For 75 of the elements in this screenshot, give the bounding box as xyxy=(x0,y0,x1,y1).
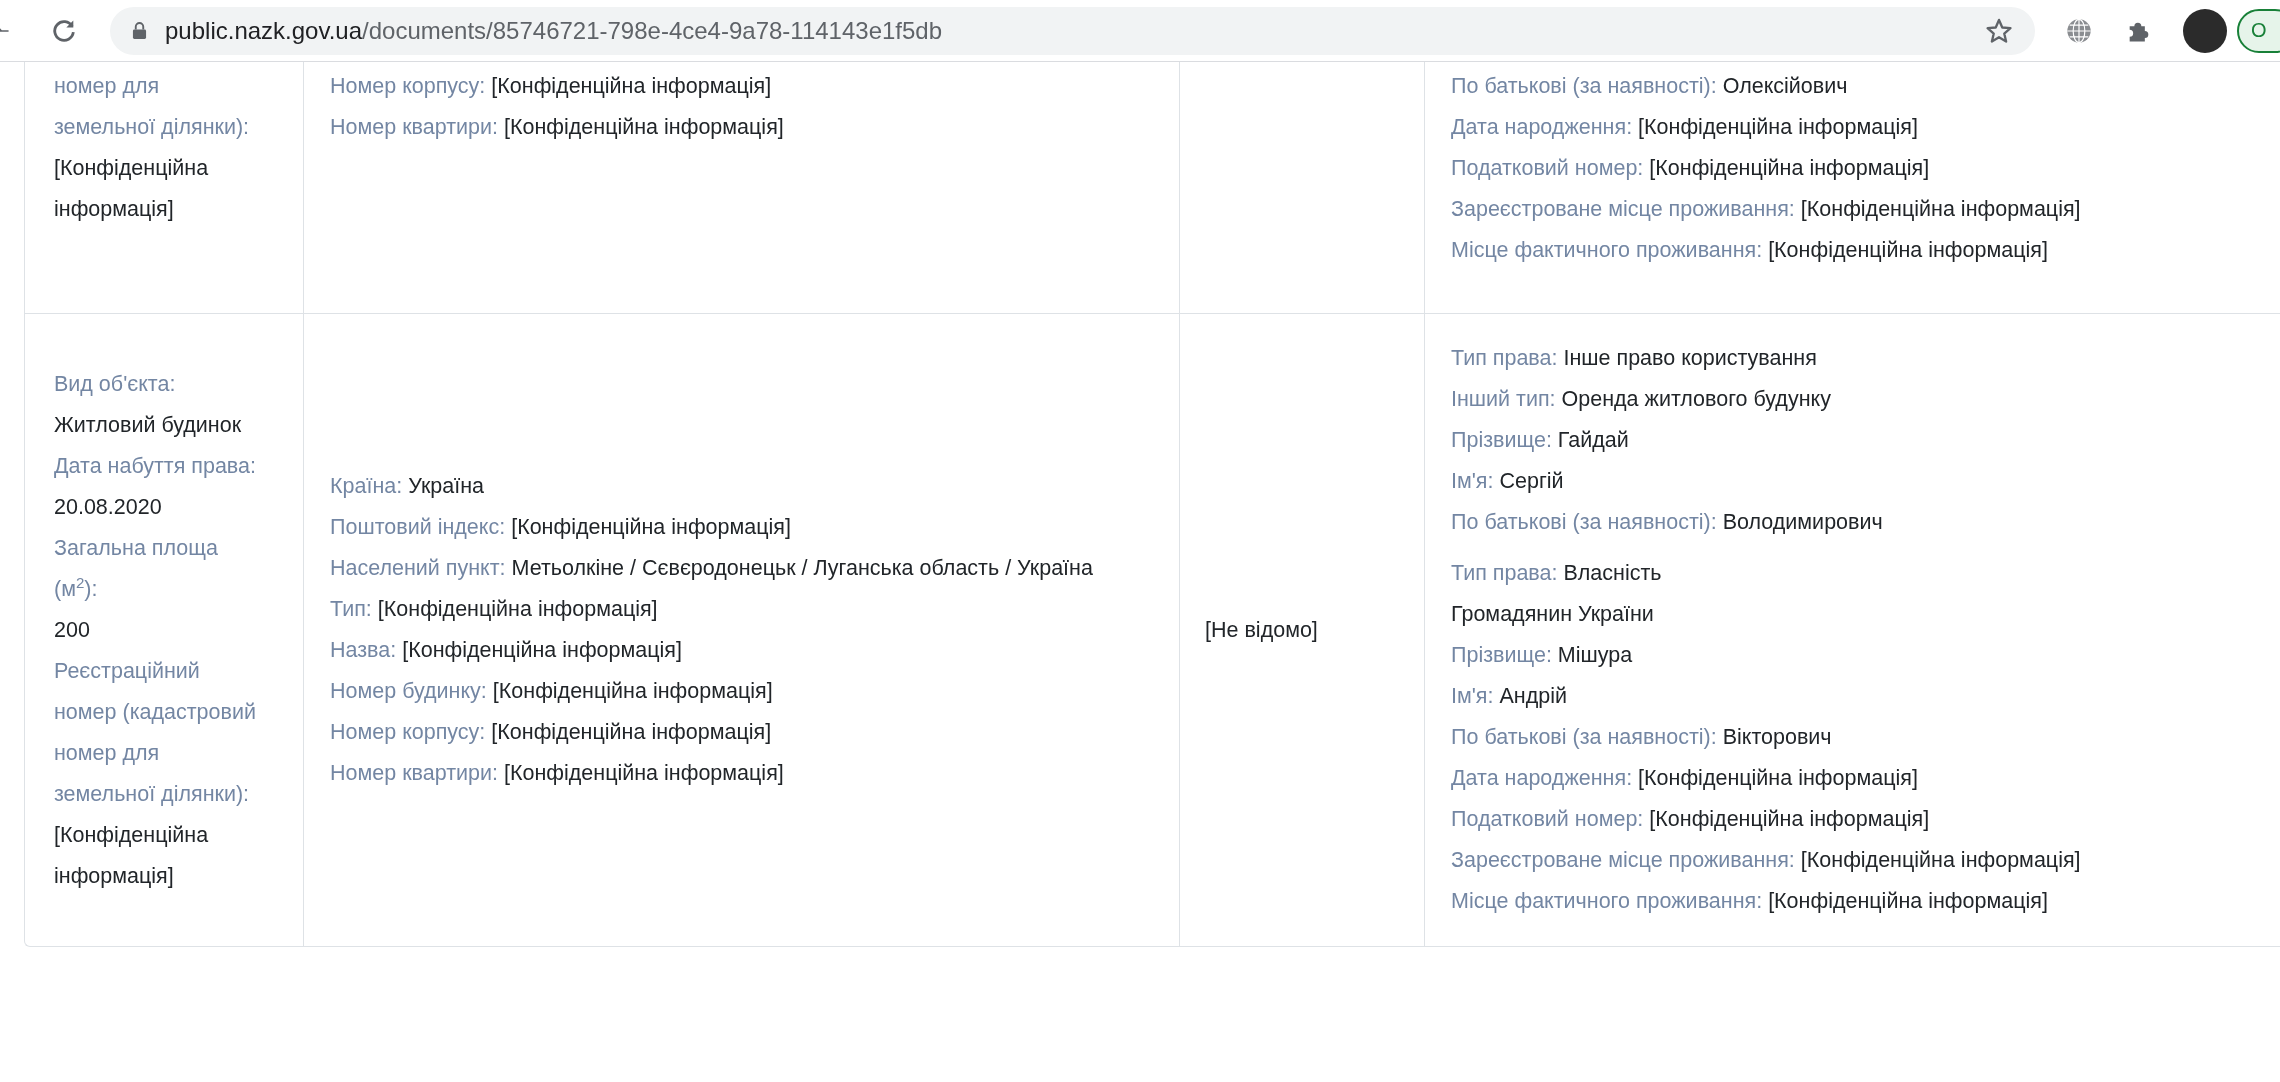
field-value: Громадянин України xyxy=(1451,602,1654,626)
field-value: [Конфіденційна інформація] xyxy=(491,74,772,98)
field-value: 200 xyxy=(54,616,91,644)
field-label: Тип права: xyxy=(1451,561,1558,585)
field-label: Реєстраційний номер (кадастровий номер для земельної ділянки): xyxy=(54,657,257,808)
field-label: Країна: xyxy=(330,474,403,498)
field-value: Гайдай xyxy=(1557,428,1629,452)
star-icon[interactable] xyxy=(1985,16,2013,45)
field-value: [Конфіденційна інформація] xyxy=(1649,156,1930,180)
field-value: Україна xyxy=(408,474,485,498)
field-value: [Конфіденційна інформація] xyxy=(1638,766,1918,790)
field-value: [Конфіденційна інформація] xyxy=(1768,889,2048,913)
field-label: Вид об'єкта: xyxy=(54,370,177,398)
field-value: [Конфіденційна інформація] xyxy=(492,679,773,703)
field-label: Номер квартири: xyxy=(330,115,498,139)
field-label: По батькові (за наявності): xyxy=(1451,510,1717,534)
field-value: Оренда житлового будунку xyxy=(1561,387,1831,411)
field-label: Поштовий індекс: xyxy=(330,515,506,539)
field-value: Сергій xyxy=(1499,469,1564,493)
field-value: Олексійович xyxy=(1722,74,1848,98)
field-value: [Конфіденційна інформація] xyxy=(54,821,210,890)
address-bar[interactable]: public.nazk.gov.ua/documents/85746721-798e-4ce4-9a78-114143e1f5db xyxy=(110,6,2035,55)
field-label: Податковий номер: xyxy=(1451,807,1644,831)
field-value: Володимирович xyxy=(1722,510,1883,534)
cell-value: [Не відомо] xyxy=(1205,617,1318,642)
lock-icon[interactable] xyxy=(132,21,147,40)
field-value: Вікторович xyxy=(1722,725,1832,749)
globe-icon[interactable] xyxy=(2065,16,2093,45)
field-label: Зареєстроване місце проживання: xyxy=(1451,197,1795,221)
field-value: Інше право користування xyxy=(1563,346,1817,370)
field-label: По батькові (за наявності): xyxy=(1451,74,1717,98)
field-label: Дата народження: xyxy=(1451,115,1633,139)
field-value: [Конфіденційна інформація] xyxy=(1638,115,1918,139)
field-value: [Конфіденційна інформація] xyxy=(402,638,682,662)
avatar[interactable] xyxy=(2183,8,2227,53)
field-label: Місце фактичного проживання: xyxy=(1451,238,1763,262)
field-label: Номер корпусу: xyxy=(330,74,486,98)
field-label: Місце фактичного проживання: xyxy=(1451,889,1763,913)
profile-button[interactable]: O xyxy=(2237,8,2280,53)
field-value: [Конфіденційна інформація] xyxy=(1649,807,1930,831)
field-value: [Конфіденційна інформація] xyxy=(503,761,784,785)
field-value: Андрій xyxy=(1499,684,1567,708)
field-label: Номер корпусу: xyxy=(330,720,486,744)
field-label: номер для земельної ділянки): xyxy=(54,73,251,141)
field-label: Номер квартири: xyxy=(330,761,498,785)
field-label: Прізвище: xyxy=(1451,643,1552,667)
field-value: [Конфіденційна інформація] xyxy=(54,155,210,223)
field-value: [Конфіденційна інформація] xyxy=(511,515,791,539)
field-label: Тип: xyxy=(330,597,372,621)
field-label: Дата набуття права: xyxy=(54,452,257,480)
field-value: Метьолкіне / Сєвєродонецьк / Луганська область / Україна xyxy=(511,556,1093,580)
field-label: Назва: xyxy=(330,638,397,662)
field-value: [Конфіденційна інформація] xyxy=(377,597,658,621)
field-label: Ім'я: xyxy=(1451,684,1494,708)
field-label: Прізвище: xyxy=(1451,428,1552,452)
field-label: Зареєстроване місце проживання: xyxy=(1451,848,1795,872)
field-value: 20.08.2020 xyxy=(54,493,163,521)
field-label: Податковий номер: xyxy=(1451,156,1644,180)
field-label: Тип права: xyxy=(1451,346,1558,370)
field-value: [Конфіденційна інформація] xyxy=(1800,848,2081,872)
field-value: Мішура xyxy=(1557,643,1633,667)
field-label: Номер будинку: xyxy=(330,679,487,703)
field-value: Власність xyxy=(1563,561,1662,585)
field-label: Загальна площа (м$^{2}$): xyxy=(54,534,219,603)
field-label: Дата народження: xyxy=(1451,766,1633,790)
field-label: Населений пункт: xyxy=(330,556,506,580)
url-text[interactable]: public.nazk.gov.ua/documents/85746721-798e-4ce4-9a78-114143e1f5db xyxy=(165,16,1985,45)
field-label: Ім'я: xyxy=(1451,469,1494,493)
field-label: По батькові (за наявності): xyxy=(1451,725,1717,749)
field-value: [Конфіденційна інформація] xyxy=(491,720,772,744)
field-label: Інший тип: xyxy=(1451,387,1556,411)
field-value: Житловий будинок xyxy=(54,411,243,439)
field-value: [Конфіденційна інформація] xyxy=(503,115,784,139)
field-value: [Конфіденційна інформація] xyxy=(1768,238,2048,262)
field-value: [Конфіденційна інформація] xyxy=(1800,197,2081,221)
